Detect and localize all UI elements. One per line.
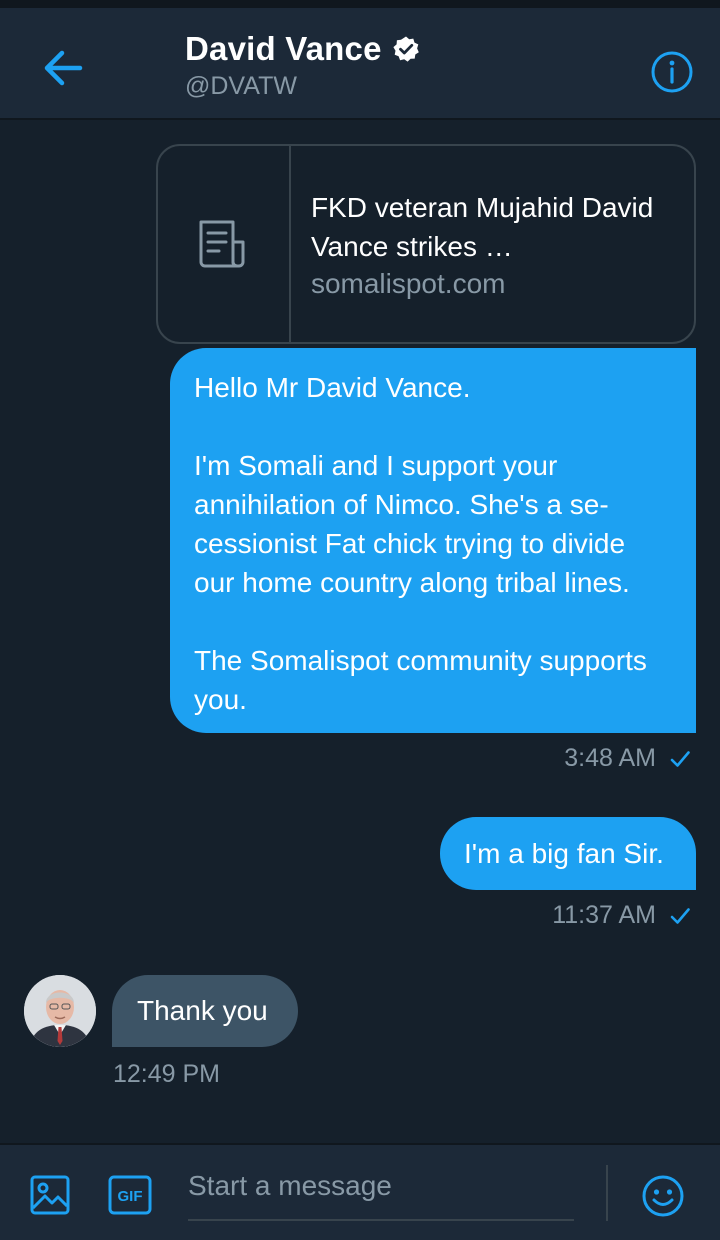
conversation-handle: @DVATW: [185, 72, 297, 100]
article-icon: [199, 220, 245, 268]
add-media-button[interactable]: [28, 1173, 72, 1217]
message-bubble-outgoing[interactable]: I'm a big fan Sir.: [440, 817, 696, 890]
verified-badge-icon: [393, 36, 419, 62]
avatar-portrait: [24, 975, 96, 1047]
message-input[interactable]: Start a message: [188, 1165, 574, 1221]
message-bubble-outgoing[interactable]: Hello Mr David Vance. I'm Somali and I s…: [170, 348, 696, 733]
checkmark-icon: [670, 750, 690, 767]
message-timestamp: 12:49 PM: [113, 1060, 220, 1089]
link-preview-thumbnail: [158, 146, 291, 342]
conversation-title: David Vance: [185, 30, 382, 67]
back-button[interactable]: [36, 40, 92, 96]
composer-divider: [606, 1165, 608, 1221]
message-timestamp: 11:37 AM: [552, 901, 692, 930]
avatar[interactable]: [24, 975, 96, 1047]
message-time: 12:49 PM: [113, 1060, 221, 1088]
conversation-header: David Vance @DVATW: [0, 8, 720, 120]
message-composer: GIF Start a message: [0, 1143, 720, 1240]
checkmark-icon: [670, 907, 690, 924]
arrow-left-icon: [44, 50, 83, 86]
link-preview-title: FKD veteran Mujahid David Vance strikes …: [310, 192, 654, 262]
info-button[interactable]: [648, 48, 696, 96]
emoji-icon: [642, 1175, 684, 1217]
gif-icon: GIF: [108, 1175, 152, 1215]
conversation-title-block[interactable]: David Vance @DVATW: [185, 30, 420, 101]
message-timestamp: 3:48 AM: [564, 744, 692, 773]
image-icon: [30, 1175, 70, 1215]
emoji-button[interactable]: [640, 1173, 686, 1219]
gif-button[interactable]: GIF: [108, 1175, 152, 1215]
link-preview-domain: somalispot.com: [310, 268, 506, 299]
link-preview-card[interactable]: FKD veteran Mujahid David Vance strikes …: [156, 144, 696, 344]
info-icon: [651, 51, 693, 93]
message-time: 11:37 AM: [552, 901, 656, 929]
message-time: 3:48 AM: [564, 744, 656, 772]
status-strip: [0, 0, 720, 8]
message-bubble-incoming[interactable]: Thank you: [112, 975, 298, 1047]
gif-label: GIF: [118, 1188, 143, 1205]
